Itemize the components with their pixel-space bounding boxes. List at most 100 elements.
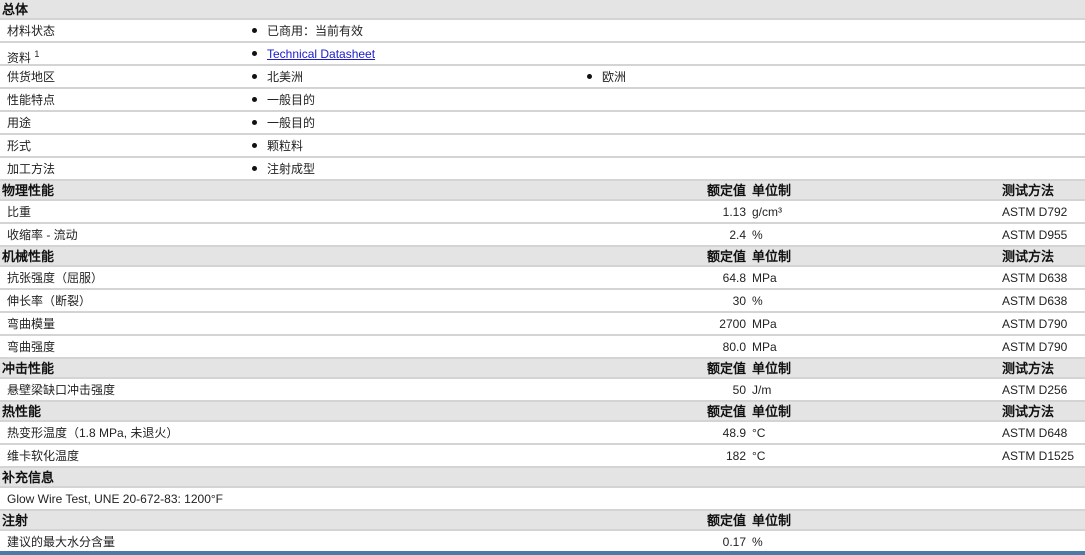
bullet-item: 注射成型 <box>252 158 315 181</box>
row-label: 维卡软化温度 <box>7 445 79 468</box>
bullet-item-text: 一般目的 <box>267 93 316 107</box>
column-header-test: 测试方法 <box>1002 404 1055 419</box>
column-header-unit: 单位制 <box>752 404 792 419</box>
test-method: ASTM D955 <box>1002 228 1068 242</box>
test-method: ASTM D256 <box>1002 383 1068 397</box>
section-title: 机械性能 <box>2 249 55 264</box>
value: 80.0 <box>722 340 746 354</box>
section-title: 总体 <box>2 2 29 17</box>
section-header: 物理性能 额定值 单位制 测试方法 <box>0 181 1085 201</box>
row-label: 材料状态 <box>7 20 55 43</box>
bullet-icon <box>587 74 592 80</box>
unit: MPa <box>752 317 777 331</box>
table-row: 伸长率（断裂） 30% ASTM D638 <box>0 290 1085 313</box>
unit: % <box>752 294 763 308</box>
table-row: 用途 一般目的 <box>0 112 1085 135</box>
value: 30 <box>732 294 746 308</box>
row-label: 用途 <box>7 112 31 135</box>
bullet-item: 颗粒料 <box>252 135 303 158</box>
bullet-icon <box>252 143 257 149</box>
unit: °C <box>752 426 766 440</box>
row-label-text: 热变形温度（1.8 MPa, 未退火） <box>7 426 179 440</box>
bottom-scrollbar[interactable] <box>0 551 1085 555</box>
test-method: ASTM D790 <box>1002 340 1068 354</box>
bullet-icon <box>252 74 257 80</box>
row-label-text: 伸长率（断裂） <box>7 294 92 308</box>
bullet-icon <box>252 51 257 57</box>
footnote-marker: 1 <box>34 49 40 59</box>
column-header-test: 测试方法 <box>1002 183 1055 198</box>
value: 48.9 <box>722 426 746 440</box>
column-header-value: 额定值 <box>706 513 746 528</box>
table-row: 性能特点 一般目的 <box>0 89 1085 112</box>
value: 1.13 <box>722 205 746 219</box>
row-label-text: 维卡软化温度 <box>7 449 80 463</box>
column-header-test: 测试方法 <box>1002 361 1055 376</box>
row-label: 热变形温度（1.8 MPa, 未退火） <box>7 422 178 445</box>
column-header-value: 额定值 <box>706 404 746 419</box>
table-row: 热变形温度（1.8 MPa, 未退火） 48.9 °C ASTM D648 <box>0 422 1085 445</box>
table-row: 收缩率 - 流动 2.4% ASTM D955 <box>0 224 1085 247</box>
row-label: 悬壁梁缺口冲击强度 <box>7 379 115 402</box>
column-header-unit: 单位制 <box>752 183 792 198</box>
section-header: 补充信息 <box>0 468 1085 488</box>
bullet-icon <box>252 97 257 103</box>
test-method: ASTM D638 <box>1002 294 1068 308</box>
row-label-text: 资料 <box>7 51 32 65</box>
row-label-text: 用途 <box>7 116 32 130</box>
row-label-text: Glow Wire Test, UNE 20-672-83: 1200°F <box>7 492 223 506</box>
bullet-item-text: 一般目的 <box>267 116 316 130</box>
table-row: 形式 颗粒料 <box>0 135 1085 158</box>
test-method: ASTM D792 <box>1002 205 1068 219</box>
table-row: 维卡软化温度 182 °C ASTM D1525 <box>0 445 1085 468</box>
row-label-text: 悬壁梁缺口冲击强度 <box>7 383 116 397</box>
table-row: 弯曲模量 2700 MPa ASTM D790 <box>0 313 1085 336</box>
value: 2.4 <box>729 228 746 242</box>
section-title: 冲击性能 <box>2 361 55 376</box>
row-label-text: 收缩率 - 流动 <box>7 228 78 242</box>
table-row: 比重 1.13 g/cm³ ASTM D792 <box>0 201 1085 224</box>
unit: °C <box>752 449 766 463</box>
row-label: 弯曲模量 <box>7 313 55 336</box>
section-header: 总体 <box>0 0 1085 20</box>
column-header-value: 额定值 <box>706 183 746 198</box>
row-label: 收缩率 - 流动 <box>7 224 78 247</box>
section-header: 热性能 额定值 单位制 测试方法 <box>0 402 1085 422</box>
row-label-text: 比重 <box>7 205 32 219</box>
row-label-text: 性能特点 <box>7 93 56 107</box>
column-header-unit: 单位制 <box>752 361 792 376</box>
section-title: 热性能 <box>2 404 42 419</box>
section-header: 注射 额定值 单位制 <box>0 511 1085 531</box>
row-label-text: 弯曲模量 <box>7 317 56 331</box>
test-method: ASTM D638 <box>1002 271 1068 285</box>
row-label-text: 材料状态 <box>7 24 56 38</box>
row-label-text: 建议的最大水分含量 <box>7 535 116 549</box>
row-label-text: 加工方法 <box>7 162 56 176</box>
table-row: 悬壁梁缺口冲击强度 50 J/m ASTM D256 <box>0 379 1085 402</box>
table-row: 抗张强度（屈服） 64.8 MPa ASTM D638 <box>0 267 1085 290</box>
row-label: 供货地区 <box>7 66 55 89</box>
section-header: 冲击性能 额定值 单位制 测试方法 <box>0 359 1085 379</box>
unit: MPa <box>752 271 777 285</box>
column-header-unit: 单位制 <box>752 249 792 264</box>
technical-datasheet-link[interactable]: Technical Datasheet <box>267 47 375 61</box>
bullet-item: 一般目的 <box>252 112 315 135</box>
test-method: ASTM D648 <box>1002 426 1068 440</box>
unit: g/cm³ <box>752 205 782 219</box>
bullet-item-text: 颗粒料 <box>267 139 304 153</box>
bullet-icon <box>252 166 257 172</box>
row-label-text: 抗张强度（屈服） <box>7 271 104 285</box>
row-label-text: 供货地区 <box>7 70 56 84</box>
row-label: 比重 <box>7 201 31 224</box>
value: 182 <box>725 449 746 463</box>
bullet-icon <box>252 28 257 34</box>
test-method: ASTM D790 <box>1002 317 1068 331</box>
row-label-text: 形式 <box>7 139 32 153</box>
unit: % <box>752 228 763 242</box>
bullet-item-text: 北美洲 <box>267 70 304 84</box>
test-method: ASTM D1525 <box>1002 449 1075 463</box>
table-row: 弯曲强度 80.0 MPa ASTM D790 <box>0 336 1085 359</box>
bullet-item-text: 已商用：当前有效 <box>267 24 364 38</box>
row-label: Glow Wire Test, UNE 20-672-83: 1200°F <box>7 488 223 511</box>
column-header-test: 测试方法 <box>1002 249 1055 264</box>
